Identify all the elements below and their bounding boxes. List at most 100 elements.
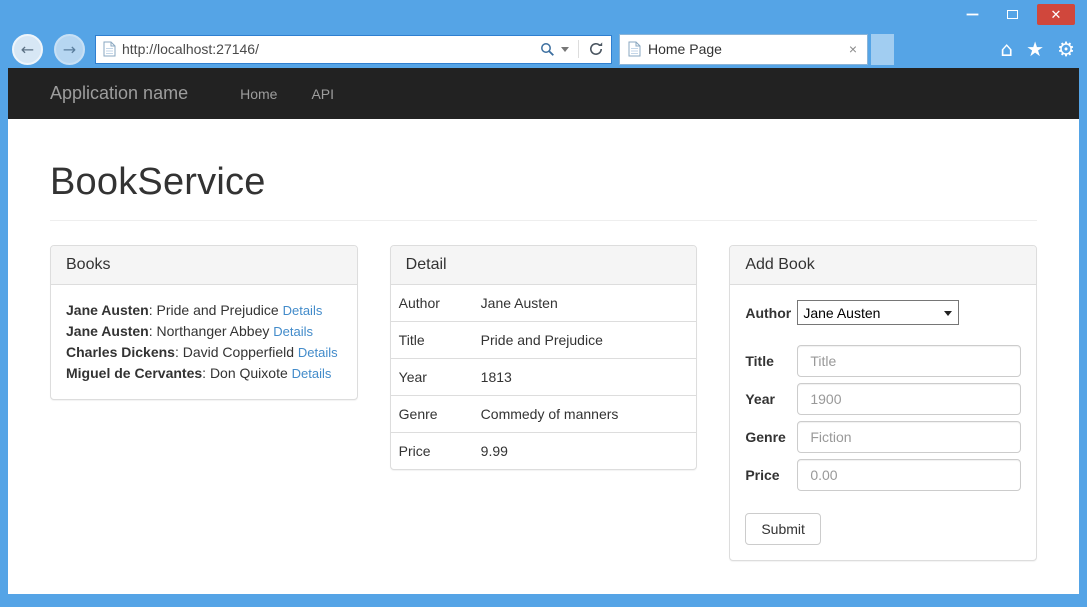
books-panel-heading: Books: [51, 246, 357, 285]
book-separator: :: [202, 365, 210, 381]
detail-row-value: Commedy of manners: [481, 406, 689, 422]
forward-button[interactable]: →: [54, 34, 85, 65]
forward-icon: →: [63, 40, 76, 59]
detail-row-value: 9.99: [481, 443, 689, 459]
price-label: Price: [745, 467, 797, 483]
list-item: Jane Austen: Northanger Abbey Details: [66, 321, 342, 342]
book-author: Jane Austen: [66, 302, 149, 318]
minimize-button[interactable]: [957, 4, 987, 25]
book-title: Pride and Prejudice: [157, 302, 279, 318]
nav-link-api[interactable]: API: [311, 86, 334, 102]
search-dropdown-caret-icon[interactable]: [561, 47, 569, 52]
list-item: Charles Dickens: David Copperfield Detai…: [66, 342, 342, 363]
author-label: Author: [745, 305, 797, 321]
detail-row-label: Year: [399, 369, 481, 385]
maximize-icon: [1007, 10, 1018, 19]
maximize-button[interactable]: [997, 4, 1027, 25]
new-tab-button[interactable]: [871, 34, 894, 65]
detail-row-label: Title: [399, 332, 481, 348]
books-panel-body: Jane Austen: Pride and Prejudice Details…: [51, 285, 357, 399]
year-label: Year: [745, 391, 797, 407]
add-book-panel-heading: Add Book: [730, 246, 1036, 285]
detail-panel: Detail Author Jane Austen Title Pride an…: [390, 245, 698, 470]
table-row: Author Jane Austen: [391, 285, 697, 322]
book-details-link[interactable]: Details: [292, 366, 332, 381]
add-book-panel: Add Book Author Jane Austen: [729, 245, 1037, 561]
favorites-star-icon[interactable]: ★: [1026, 39, 1044, 59]
book-separator: :: [175, 344, 183, 360]
refresh-icon[interactable]: [588, 41, 604, 57]
tab-home-page[interactable]: Home Page ×: [619, 34, 868, 65]
add-book-form: Author Jane Austen Title: [730, 285, 1036, 560]
detail-panel-heading: Detail: [391, 246, 697, 285]
browser-chrome: ← → http://localhost:27146/: [0, 30, 1087, 68]
close-icon: ✕: [1051, 7, 1062, 23]
price-field-row: Price: [745, 459, 1021, 491]
detail-row-value: 1813: [481, 369, 689, 385]
list-item: Miguel de Cervantes: Don Quixote Details: [66, 363, 342, 384]
page-content: BookService Books Jane Austen: Pride and…: [8, 161, 1079, 561]
author-select-wrap: Jane Austen: [797, 300, 959, 325]
books-panel: Books Jane Austen: Pride and Prejudice D…: [50, 245, 358, 400]
divider: [578, 40, 579, 58]
nav-link-home[interactable]: Home: [240, 86, 277, 102]
table-row: Year 1813: [391, 359, 697, 396]
book-details-link[interactable]: Details: [298, 345, 338, 360]
site-navbar: Application name Home API: [8, 68, 1079, 119]
detail-row-value: Pride and Prejudice: [481, 332, 689, 348]
title-input[interactable]: [797, 345, 1021, 377]
genre-field-row: Genre: [745, 421, 1021, 453]
price-input[interactable]: [797, 459, 1021, 491]
book-separator: :: [149, 323, 157, 339]
author-select[interactable]: Jane Austen: [797, 300, 959, 325]
divider: [50, 220, 1037, 221]
detail-table: Author Jane Austen Title Pride and Preju…: [391, 285, 697, 469]
title-field-row: Title: [745, 345, 1021, 377]
table-row: Title Pride and Prejudice: [391, 322, 697, 359]
author-field-row: Author Jane Austen: [745, 300, 1021, 325]
close-button[interactable]: ✕: [1037, 4, 1075, 25]
book-details-link[interactable]: Details: [273, 324, 313, 339]
table-row: Genre Commedy of manners: [391, 396, 697, 433]
book-separator: :: [149, 302, 157, 318]
book-title: Don Quixote: [210, 365, 288, 381]
page-icon: [103, 41, 116, 57]
genre-input[interactable]: [797, 421, 1021, 453]
address-bar[interactable]: http://localhost:27146/: [95, 35, 612, 64]
page-title: BookService: [50, 161, 1037, 204]
browser-window: ✕ ← → http://localhost:27146/: [0, 0, 1087, 607]
back-button[interactable]: ←: [12, 34, 43, 65]
detail-row-label: Price: [399, 443, 481, 459]
year-field-row: Year: [745, 383, 1021, 415]
tab-page-icon: [628, 41, 641, 57]
book-title: Northanger Abbey: [157, 323, 270, 339]
book-title: David Copperfield: [183, 344, 294, 360]
detail-row-value: Jane Austen: [481, 295, 689, 311]
settings-gear-icon[interactable]: ⚙: [1057, 39, 1075, 59]
page-viewport: Application name Home API BookService Bo…: [8, 68, 1079, 594]
book-author: Jane Austen: [66, 323, 149, 339]
submit-button[interactable]: Submit: [745, 513, 821, 545]
tab-title: Home Page: [648, 41, 840, 57]
chrome-toolbar-icons: ⌂ ★ ⚙: [1000, 39, 1075, 59]
window-controls: ✕: [957, 4, 1075, 25]
panels-row: Books Jane Austen: Pride and Prejudice D…: [50, 245, 1037, 561]
search-icon[interactable]: [540, 42, 555, 57]
detail-row-label: Author: [399, 295, 481, 311]
book-author: Charles Dickens: [66, 344, 175, 360]
list-item: Jane Austen: Pride and Prejudice Details: [66, 300, 342, 321]
home-icon[interactable]: ⌂: [1000, 39, 1013, 59]
url-text[interactable]: http://localhost:27146/: [122, 41, 534, 57]
titlebar[interactable]: ✕: [0, 0, 1087, 30]
title-label: Title: [745, 353, 797, 369]
tab-close-icon[interactable]: ×: [847, 41, 859, 57]
book-details-link[interactable]: Details: [283, 303, 323, 318]
year-input[interactable]: [797, 383, 1021, 415]
navbar-brand[interactable]: Application name: [50, 83, 188, 104]
genre-label: Genre: [745, 429, 797, 445]
detail-row-label: Genre: [399, 406, 481, 422]
back-icon: ←: [21, 40, 34, 59]
table-row: Price 9.99: [391, 433, 697, 469]
minimize-icon: [967, 14, 978, 15]
book-author: Miguel de Cervantes: [66, 365, 202, 381]
